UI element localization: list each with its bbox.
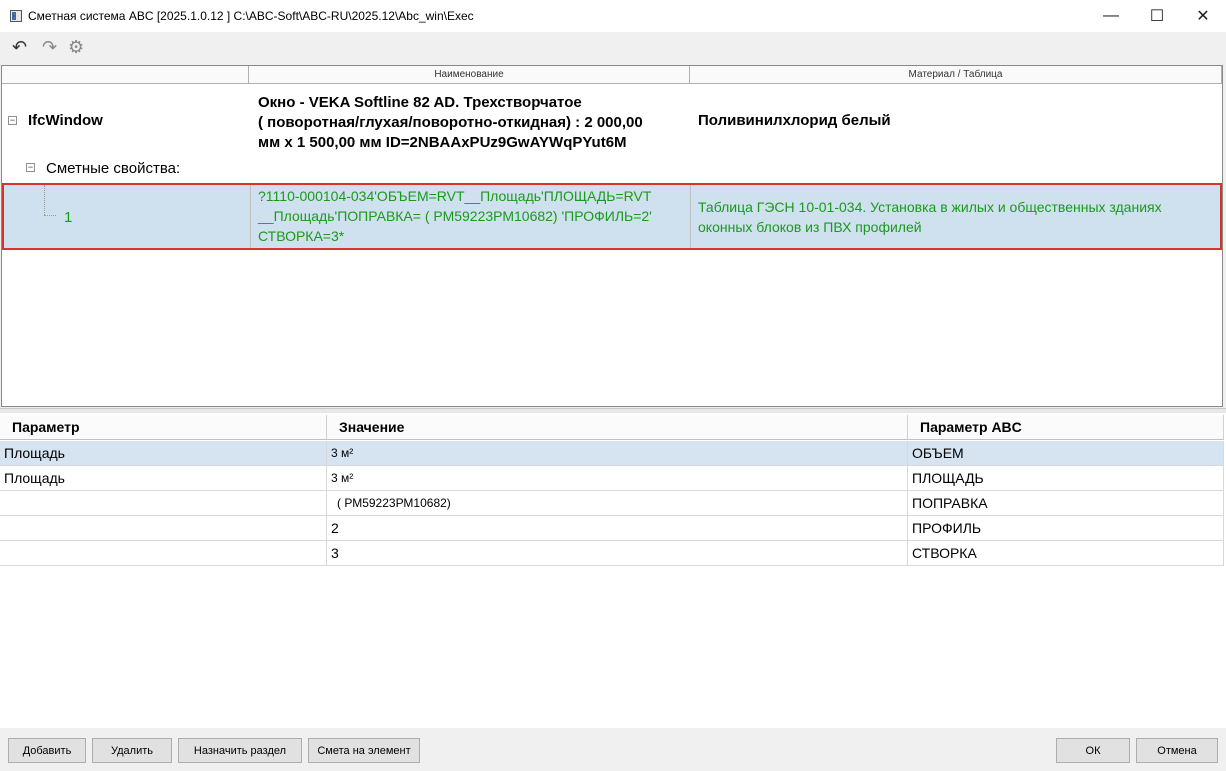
root-node-label: IfcWindow (28, 112, 103, 129)
settings-icon[interactable]: ⚙ (68, 36, 84, 58)
collapse-icon[interactable]: − (26, 163, 35, 172)
header-parameter-abc[interactable]: Параметр ABC (908, 415, 1224, 440)
header-parameter[interactable]: Параметр (0, 415, 327, 440)
param-cell[interactable]: Площадь (0, 466, 327, 490)
table-row[interactable]: 2 ПРОФИЛЬ (0, 516, 1224, 541)
tree-header-material[interactable]: Материал / Таблица (690, 66, 1222, 84)
cancel-button[interactable]: Отмена (1136, 738, 1218, 763)
abc-param-cell[interactable]: СТВОРКА (908, 541, 1224, 565)
assign-section-button[interactable]: Назначить раздел (178, 738, 302, 763)
window-title: Сметная система ABC [2025.1.0.12 ] C:\AB… (28, 9, 474, 23)
app-icon (10, 10, 22, 22)
description-line: мм x 1 500,00 мм ID=2NBAAxPUz9GwAYWqPYut… (258, 134, 627, 151)
title-bar: Сметная система ABC [2025.1.0.12 ] C:\AB… (0, 0, 1226, 32)
tree-connector (44, 215, 56, 217)
toolbar: ↶ ↷ ⚙ (0, 32, 1226, 62)
table-row[interactable]: 3 СТВОРКА (0, 541, 1224, 566)
abc-param-cell[interactable]: ОБЪЕМ (908, 441, 1224, 465)
formula-line: __Площадь'ПОПРАВКА= ( РМ59223РМ10682) 'П… (258, 208, 652, 224)
table-line: оконных блоков из ПВХ профилей (698, 219, 922, 235)
param-cell[interactable] (0, 516, 327, 540)
group-label: Сметные свойства: (46, 160, 181, 177)
collapse-icon[interactable]: − (8, 116, 17, 125)
add-button[interactable]: Добавить (8, 738, 86, 763)
value-cell[interactable]: 3 м² (327, 466, 908, 490)
table-line: Таблица ГЭСН 10-01-034. Установка в жилы… (698, 199, 1162, 215)
redo-icon[interactable]: ↷ (42, 36, 57, 58)
params-grid: Параметр Значение Параметр ABC Площадь 3… (0, 413, 1226, 728)
param-cell[interactable]: Площадь (0, 441, 327, 465)
maximize-icon: ☐ (1149, 8, 1165, 25)
value-cell[interactable]: 3 (327, 541, 908, 565)
column-divider (690, 185, 691, 248)
tree-header-blank[interactable] (2, 66, 249, 84)
undo-icon[interactable]: ↶ (12, 36, 27, 58)
abc-param-cell[interactable]: ПЛОЩАДЬ (908, 466, 1224, 490)
minimize-icon: — (1103, 7, 1119, 24)
value-cell[interactable]: 3 м² (327, 441, 908, 465)
item-table: Таблица ГЭСН 10-01-034. Установка в жилы… (698, 197, 1162, 237)
description-line: ( поворотная/глухая/поворотно-откидная) … (258, 114, 643, 131)
param-cell[interactable] (0, 491, 327, 515)
formula-line: СТВОРКА=3* (258, 228, 345, 244)
description-line: Окно - VEKA Softline 82 AD. Трехстворчат… (258, 94, 582, 111)
abc-param-cell[interactable]: ПРОФИЛЬ (908, 516, 1224, 540)
close-icon: ✕ (1196, 8, 1210, 25)
close-button[interactable]: ✕ (1180, 0, 1226, 32)
item-formula: ?1110-000104-034'ОБЪЕМ=RVT__Площадь'ПЛОЩ… (258, 186, 652, 246)
estimate-for-element-button[interactable]: Смета на элемент (308, 738, 420, 763)
tree-connector (44, 185, 46, 215)
maximize-button[interactable]: ☐ (1134, 0, 1180, 32)
abc-param-cell[interactable]: ПОПРАВКА (908, 491, 1224, 515)
value-cell[interactable]: ( РМ59223РМ10682) (327, 491, 908, 515)
ok-button[interactable]: ОК (1056, 738, 1130, 763)
param-cell[interactable] (0, 541, 327, 565)
table-row[interactable]: Площадь 3 м² ОБЪЕМ (0, 441, 1224, 466)
column-divider (250, 185, 251, 248)
item-number: 1 (64, 209, 73, 226)
minimize-button[interactable]: — (1088, 0, 1134, 32)
formula-line: ?1110-000104-034'ОБЪЕМ=RVT__Площадь'ПЛОЩ… (258, 188, 652, 204)
tree-grid: Наименование Материал / Таблица − IfcWin… (1, 65, 1223, 407)
table-row[interactable]: Площадь 3 м² ПЛОЩАДЬ (0, 466, 1224, 491)
selected-item-row[interactable]: 1 ?1110-000104-034'ОБЪЕМ=RVT__Площадь'ПЛ… (2, 183, 1222, 250)
value-cell[interactable]: 2 (327, 516, 908, 540)
root-material: Поливинилхлорид белый (698, 112, 891, 129)
root-description: Окно - VEKA Softline 82 AD. Трехстворчат… (258, 93, 643, 153)
header-value[interactable]: Значение (327, 415, 908, 440)
tree-header-name[interactable]: Наименование (249, 66, 690, 84)
delete-button[interactable]: Удалить (92, 738, 172, 763)
table-row[interactable]: ( РМ59223РМ10682) ПОПРАВКА (0, 491, 1224, 516)
